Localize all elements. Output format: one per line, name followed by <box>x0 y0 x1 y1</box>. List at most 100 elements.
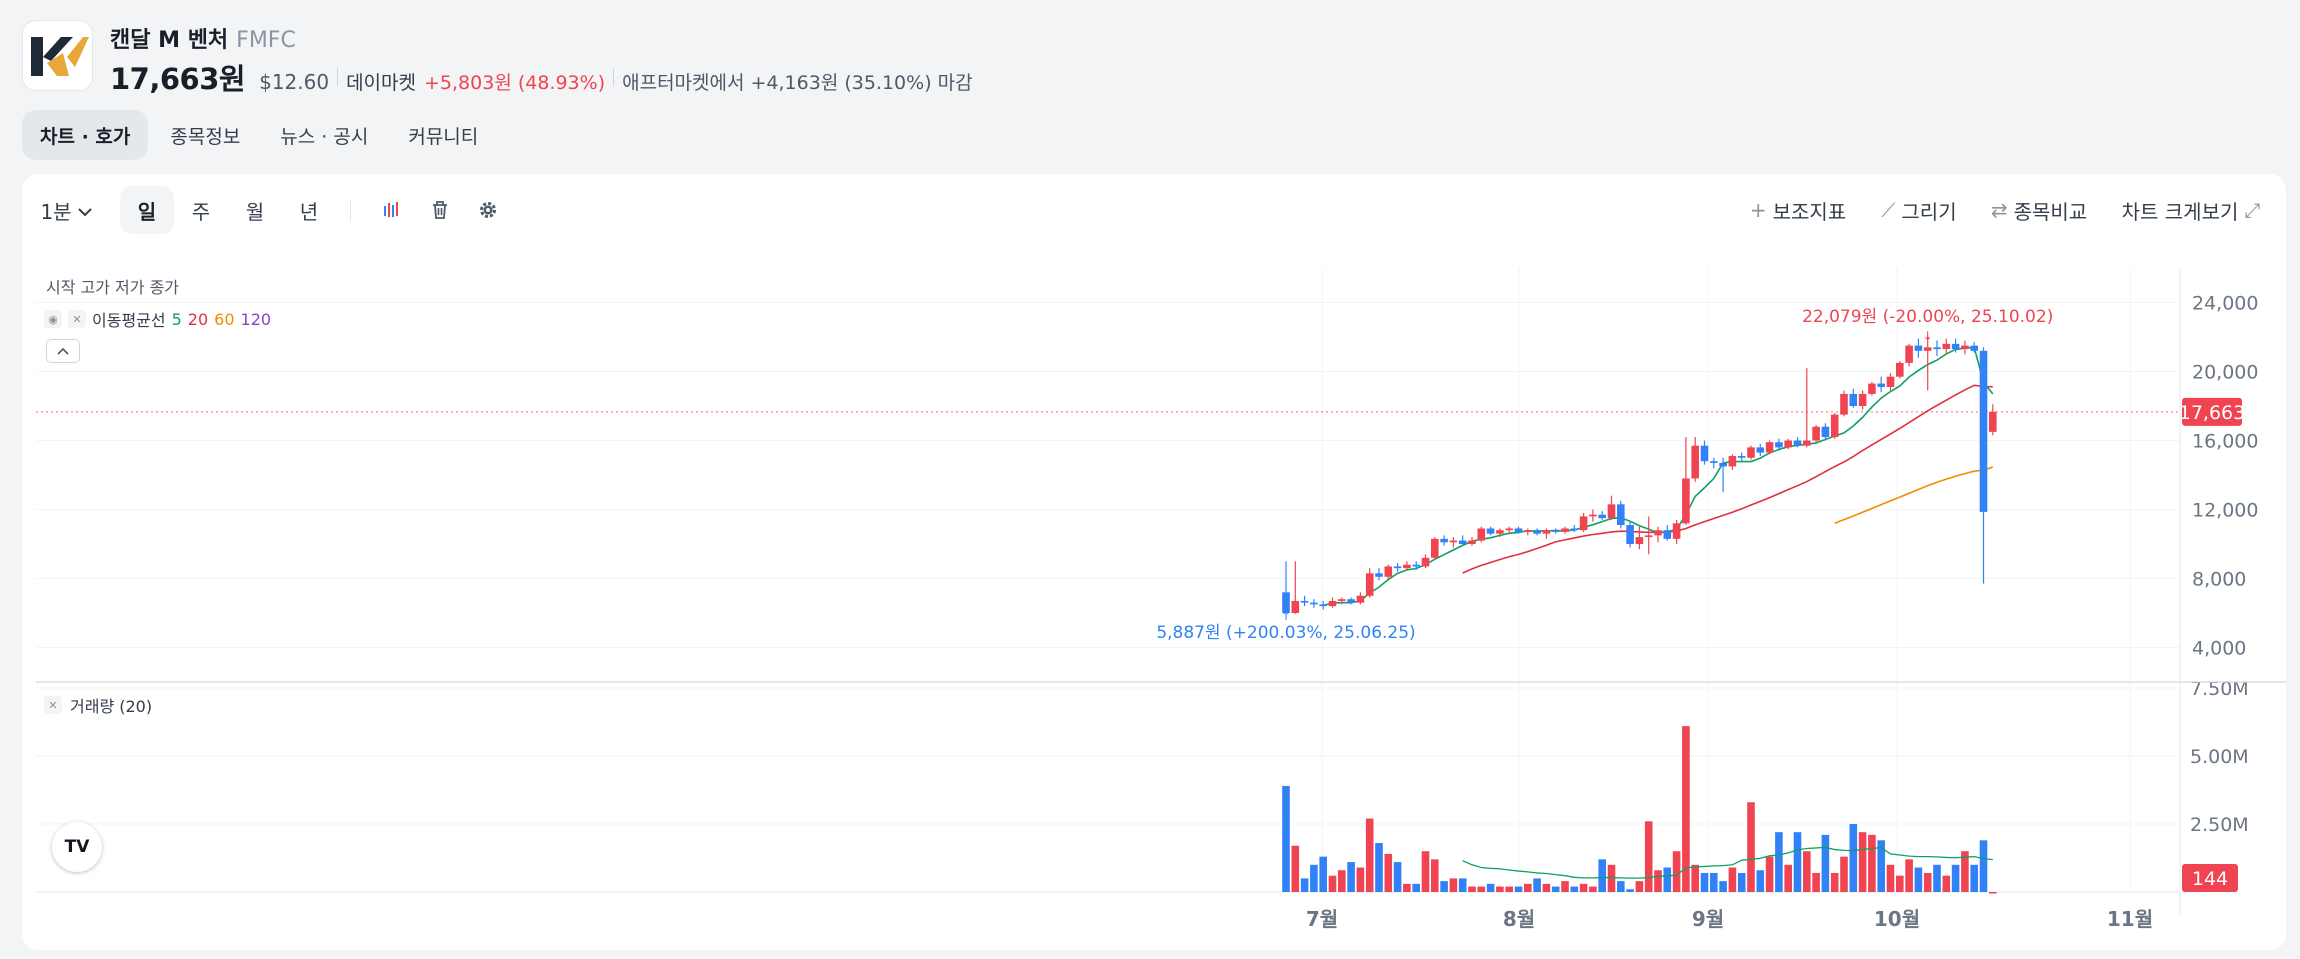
current-price: 17,663원 <box>110 62 246 96</box>
volume-bar <box>1356 867 1365 892</box>
candle-body <box>1756 447 1765 453</box>
candle-body <box>1942 343 1951 350</box>
volume-bar <box>1365 818 1374 892</box>
volume-bar <box>1412 883 1420 892</box>
candle-body <box>1300 600 1309 603</box>
candle-body <box>1551 530 1560 532</box>
volume-bar <box>1691 864 1699 892</box>
price-axis-tick: 8,000 <box>2192 569 2246 591</box>
volume-bar <box>1403 883 1411 892</box>
candle-body <box>1737 456 1746 458</box>
volume-bar <box>1617 881 1625 892</box>
volume-bar <box>1849 824 1858 892</box>
candle-body <box>1700 445 1709 462</box>
volume-bar <box>1524 883 1532 892</box>
tradingview-logo[interactable]: TV <box>52 822 102 872</box>
volume-bar <box>1905 859 1913 892</box>
candle-body <box>1784 440 1792 448</box>
tab-chart[interactable]: 차트 · 호가 <box>22 110 149 160</box>
volume-bar <box>1486 883 1495 892</box>
candle-body <box>1356 595 1365 603</box>
candle-body <box>1821 426 1830 438</box>
price-chart[interactable]: 24,000 20,000 16,000 12,000 8,000 4,000 7.50M 5… <box>22 174 2286 950</box>
volume-bar <box>1970 864 1978 892</box>
candle-body <box>1644 535 1653 538</box>
volume-bar <box>1542 883 1551 892</box>
candle-body <box>1626 525 1634 544</box>
volume-bar <box>1328 875 1337 892</box>
price-axis-tick: 24,000 <box>2192 293 2258 315</box>
volume-axis-tick: 2.50M <box>2190 814 2249 836</box>
tab-news[interactable]: 뉴스 · 공시 <box>262 110 386 160</box>
volume-bar <box>1644 821 1653 892</box>
volume-bar <box>1719 881 1727 892</box>
volume-bar <box>1700 872 1709 892</box>
candle-body <box>1663 530 1672 539</box>
volume-bar <box>1654 870 1662 892</box>
candle-body <box>1607 504 1616 519</box>
volume-bar <box>1384 853 1393 892</box>
volume-bar <box>1793 832 1802 892</box>
candle-body <box>1635 537 1644 544</box>
divider <box>337 68 339 86</box>
volume-bar <box>1440 881 1448 892</box>
candle-body <box>1617 504 1625 526</box>
candle-body <box>1868 383 1876 394</box>
volume-bar <box>1914 867 1923 892</box>
candle-body <box>1970 345 1978 351</box>
candle-body <box>1886 376 1895 388</box>
month-axis-label: 8월 <box>1503 907 1535 931</box>
volume-bar <box>1858 832 1867 892</box>
after-market-info: 애프터마켓에서 +4,163원 (35.10%) 마감 <box>622 72 973 94</box>
volume-bar <box>1291 845 1300 892</box>
ma20-line <box>1462 384 1993 574</box>
month-axis-label: 9월 <box>1692 907 1724 931</box>
candle-body <box>1905 345 1913 363</box>
candle-body <box>1449 540 1458 543</box>
month-axis-label: 7월 <box>1306 907 1338 931</box>
candle-body <box>1412 564 1420 567</box>
candle-body <box>1579 516 1588 531</box>
market-label: 데이마켓 <box>346 72 416 94</box>
volume-bar <box>1830 872 1839 892</box>
candle-body <box>1458 540 1467 544</box>
volume-bar <box>1431 859 1439 892</box>
volume-bar <box>1803 851 1811 892</box>
volume-bar <box>1933 864 1941 892</box>
candle-body <box>1310 602 1318 605</box>
candle-body <box>1486 528 1495 534</box>
usd-price: $12.60 <box>259 70 330 94</box>
candle-body <box>1561 528 1569 532</box>
price-axis-tick: 16,000 <box>2192 431 2258 453</box>
candle-body <box>1933 347 1941 350</box>
volume-bar <box>1533 878 1541 892</box>
volume-bar <box>1300 878 1309 892</box>
volume-bar <box>1635 881 1644 892</box>
candle-body <box>1421 557 1430 567</box>
volume-bar <box>1551 886 1560 892</box>
volume-bar <box>1310 864 1318 892</box>
candle-body <box>1877 383 1885 388</box>
candle-body <box>1765 442 1774 453</box>
tab-community[interactable]: 커뮤니티 <box>390 110 496 160</box>
tab-stock-info[interactable]: 종목정보 <box>152 110 258 160</box>
candle-body <box>1914 345 1923 351</box>
volume-axis-tick: 7.50M <box>2190 678 2249 700</box>
volume-bar <box>1626 889 1634 892</box>
volume-bar <box>1672 851 1681 892</box>
candle-body <box>1951 343 1960 350</box>
candle-body <box>1719 462 1727 467</box>
volume-bar <box>1375 843 1383 892</box>
volume-bar <box>1886 864 1895 892</box>
current-volume-tag-label: 144 <box>2192 868 2228 890</box>
volume-bar <box>1561 881 1569 892</box>
low-price-annotation: 5,887원 (+200.03%, 25.06.25) <box>1156 623 1415 643</box>
candle-body <box>1570 528 1579 531</box>
volume-bar <box>1505 886 1513 892</box>
volume-bar <box>1449 878 1458 892</box>
candle-body <box>1961 345 1969 350</box>
volume-bar <box>1775 832 1783 892</box>
candle-body <box>1514 528 1523 532</box>
up-arrow-icon: ↑ <box>1281 609 1291 623</box>
volume-bar <box>1421 851 1430 892</box>
